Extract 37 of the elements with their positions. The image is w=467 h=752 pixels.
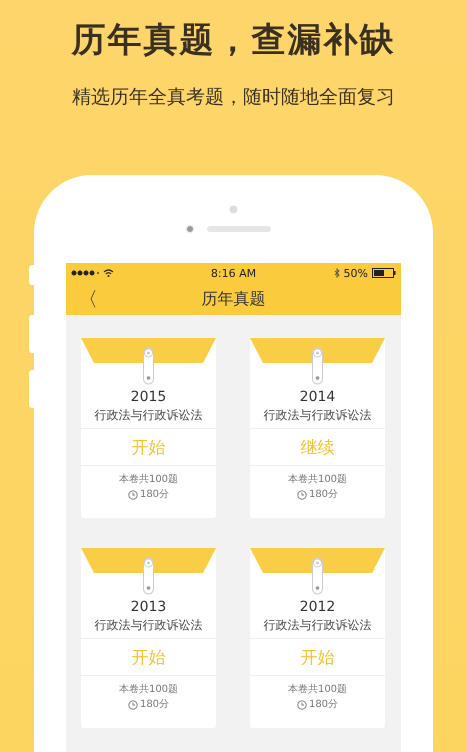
paper-year: 2013 (130, 598, 166, 616)
paper-year: 2015 (130, 388, 166, 406)
camera-icon (184, 224, 194, 234)
clock-icon (128, 490, 138, 500)
paper-year: 2012 (300, 598, 336, 616)
duration: 180分 (308, 698, 338, 712)
wifi-icon (103, 269, 114, 277)
duration: 180分 (140, 488, 170, 502)
status-time: 8:16 AM (210, 266, 256, 280)
duration: 180分 (308, 488, 338, 502)
back-button[interactable]: 〈 (74, 286, 102, 313)
paper-subject: 行政法与行政诉讼法 (264, 407, 372, 424)
battery-icon (372, 268, 396, 278)
paper-card[interactable]: 2013 行政法与行政诉讼法 开始 本卷共100题 180分 (81, 548, 216, 728)
clock-icon (296, 700, 307, 710)
paper-card[interactable]: 2015 行政法与行政诉讼法 开始 本卷共100题 180分 (81, 338, 216, 518)
question-count: 本卷共100题 (118, 682, 178, 697)
speaker-grille (206, 226, 270, 232)
paper-card[interactable]: 2014 行政法与行政诉讼法 继续 本卷共100题 180分 (250, 338, 385, 518)
headline: 历年真题，查漏补缺 (72, 19, 396, 62)
paper-subject: 行政法与行政诉讼法 (94, 407, 202, 424)
nav-title: 历年真题 (202, 288, 266, 310)
signal-icon (71, 270, 99, 276)
duration: 180分 (140, 698, 170, 712)
camera-icon (229, 205, 238, 214)
subtitle: 精选历年全真考题，随时随地全面复习 (72, 85, 395, 110)
question-count: 本卷共100题 (118, 472, 178, 487)
battery-percent: 50% (344, 266, 368, 280)
question-count: 本卷共100题 (288, 682, 348, 697)
paper-subject: 行政法与行政诉讼法 (264, 617, 372, 634)
clock-icon (128, 700, 138, 710)
paper-year: 2014 (300, 388, 336, 406)
clock-icon (296, 490, 307, 500)
bluetooth-icon (334, 268, 340, 278)
paper-subject: 行政法与行政诉讼法 (94, 617, 202, 634)
question-count: 本卷共100题 (288, 472, 348, 487)
paper-card[interactable]: 2012 行政法与行政诉讼法 开始 本卷共100题 180分 (250, 548, 385, 728)
